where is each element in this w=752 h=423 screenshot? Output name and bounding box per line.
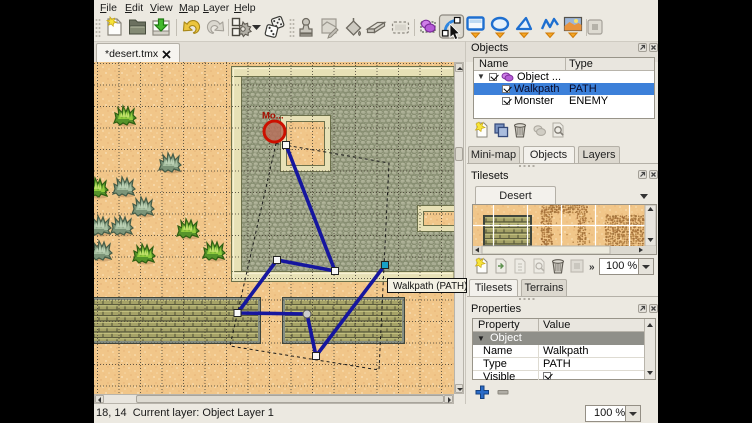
svg-text:Mo...: Mo... bbox=[262, 111, 284, 122]
svg-text:»: » bbox=[589, 262, 595, 273]
